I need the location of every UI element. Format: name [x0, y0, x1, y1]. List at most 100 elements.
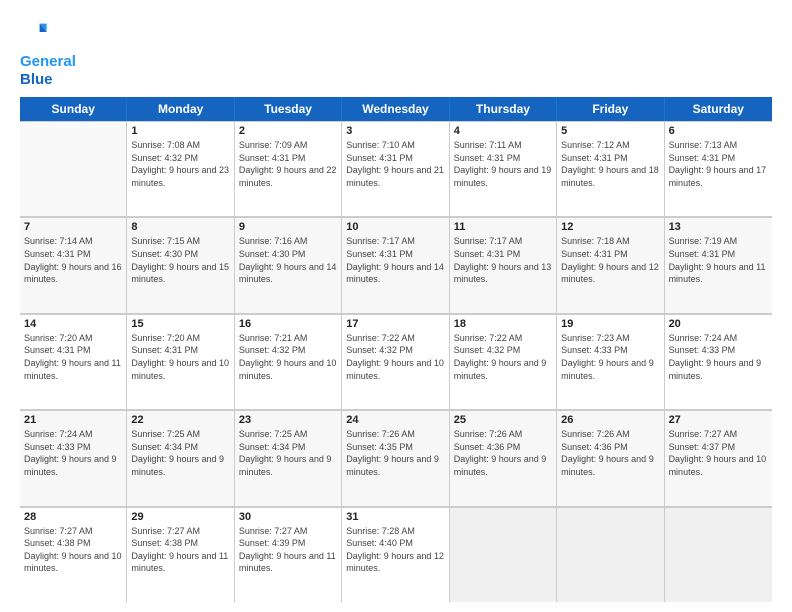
- calendar-cell: 6 Sunrise: 7:13 AMSunset: 4:31 PMDaylight…: [665, 121, 772, 216]
- calendar-cell: 5 Sunrise: 7:12 AMSunset: 4:31 PMDaylight…: [557, 121, 664, 216]
- day-info: Sunrise: 7:18 AMSunset: 4:31 PMDaylight:…: [561, 235, 659, 285]
- day-info: Sunrise: 7:12 AMSunset: 4:31 PMDaylight:…: [561, 139, 659, 189]
- calendar-cell: 27Sunrise: 7:27 AMSunset: 4:37 PMDayligh…: [665, 410, 772, 505]
- calendar: SundayMondayTuesdayWednesdayThursdayFrid…: [20, 97, 772, 602]
- calendar-cell: 17 Sunrise: 7:22 AMSunset: 4:32 PMDayligh…: [342, 314, 449, 409]
- header-day-wednesday: Wednesday: [342, 97, 449, 121]
- day-info: Sunrise: 7:24 AMSunset: 4:33 PMDaylight:…: [24, 428, 122, 478]
- calendar-week-1: 7 Sunrise: 7:14 AMSunset: 4:31 PMDaylight…: [20, 217, 772, 313]
- calendar-header: SundayMondayTuesdayWednesdayThursdayFrid…: [20, 97, 772, 121]
- day-number: 30: [239, 511, 337, 523]
- day-number: 10: [346, 221, 444, 233]
- calendar-cell: 28 Sunrise: 7:27 AMSunset: 4:38 PMDayligh…: [20, 507, 127, 602]
- day-number: 9: [239, 221, 337, 233]
- day-number: 17: [346, 318, 444, 330]
- day-number: 1: [131, 125, 229, 137]
- day-number: 22: [131, 414, 229, 426]
- day-info: Sunrise: 7:28 AMSunset: 4:40 PMDaylight:…: [346, 525, 444, 575]
- day-info: Sunrise: 7:22 AMSunset: 4:32 PMDaylight:…: [346, 332, 444, 382]
- day-number: 18: [454, 318, 552, 330]
- day-info: Sunrise: 7:21 AMSunset: 4:32 PMDaylight:…: [239, 332, 337, 382]
- header-day-thursday: Thursday: [450, 97, 557, 121]
- day-info: Sunrise: 7:16 AMSunset: 4:30 PMDaylight:…: [239, 235, 337, 285]
- page: GeneralBlue SundayMondayTuesdayWednesday…: [0, 0, 792, 612]
- day-number: 4: [454, 125, 552, 137]
- calendar-cell: 9 Sunrise: 7:16 AMSunset: 4:30 PMDaylight…: [235, 217, 342, 312]
- day-info: Sunrise: 7:25 AMSunset: 4:34 PMDaylight:…: [131, 428, 229, 478]
- calendar-week-0: 1Sunrise: 7:08 AMSunset: 4:32 PMDaylight…: [20, 121, 772, 217]
- calendar-cell: 2 Sunrise: 7:09 AMSunset: 4:31 PMDaylight…: [235, 121, 342, 216]
- day-info: Sunrise: 7:15 AMSunset: 4:30 PMDaylight:…: [131, 235, 229, 285]
- header-day-tuesday: Tuesday: [235, 97, 342, 121]
- day-number: 5: [561, 125, 659, 137]
- day-number: 20: [669, 318, 768, 330]
- day-number: 12: [561, 221, 659, 233]
- day-info: Sunrise: 7:17 AMSunset: 4:31 PMDaylight:…: [346, 235, 444, 285]
- day-info: Sunrise: 7:25 AMSunset: 4:34 PMDaylight:…: [239, 428, 337, 478]
- day-number: 3: [346, 125, 444, 137]
- calendar-cell: 10 Sunrise: 7:17 AMSunset: 4:31 PMDayligh…: [342, 217, 449, 312]
- day-info: Sunrise: 7:17 AMSunset: 4:31 PMDaylight:…: [454, 235, 552, 285]
- calendar-body: 1Sunrise: 7:08 AMSunset: 4:32 PMDaylight…: [20, 121, 772, 602]
- day-number: 11: [454, 221, 552, 233]
- day-number: 19: [561, 318, 659, 330]
- calendar-cell: 1Sunrise: 7:08 AMSunset: 4:32 PMDaylight…: [127, 121, 234, 216]
- day-info: Sunrise: 7:26 AMSunset: 4:35 PMDaylight:…: [346, 428, 444, 478]
- day-number: 28: [24, 511, 122, 523]
- calendar-cell: 14 Sunrise: 7:20 AMSunset: 4:31 PMDayligh…: [20, 314, 127, 409]
- day-info: Sunrise: 7:27 AMSunset: 4:39 PMDaylight:…: [239, 525, 337, 575]
- calendar-cell: 11 Sunrise: 7:17 AMSunset: 4:31 PMDayligh…: [450, 217, 557, 312]
- header-day-friday: Friday: [557, 97, 664, 121]
- calendar-cell: 26Sunrise: 7:26 AMSunset: 4:36 PMDayligh…: [557, 410, 664, 505]
- day-number: 15: [131, 318, 229, 330]
- calendar-week-3: 21 Sunrise: 7:24 AMSunset: 4:33 PMDayligh…: [20, 410, 772, 506]
- day-number: 14: [24, 318, 122, 330]
- logo: GeneralBlue: [20, 18, 76, 89]
- calendar-cell: 18 Sunrise: 7:22 AMSunset: 4:32 PMDayligh…: [450, 314, 557, 409]
- calendar-cell: 23Sunrise: 7:25 AMSunset: 4:34 PMDayligh…: [235, 410, 342, 505]
- calendar-cell: 13Sunrise: 7:19 AMSunset: 4:31 PMDayligh…: [665, 217, 772, 312]
- day-info: Sunrise: 7:14 AMSunset: 4:31 PMDaylight:…: [24, 235, 122, 285]
- day-number: 25: [454, 414, 552, 426]
- day-info: Sunrise: 7:27 AMSunset: 4:37 PMDaylight:…: [669, 428, 768, 478]
- calendar-cell: 16Sunrise: 7:21 AMSunset: 4:32 PMDayligh…: [235, 314, 342, 409]
- day-number: 8: [131, 221, 229, 233]
- header-day-saturday: Saturday: [665, 97, 772, 121]
- calendar-cell: 29Sunrise: 7:27 AMSunset: 4:38 PMDayligh…: [127, 507, 234, 602]
- day-number: 21: [24, 414, 122, 426]
- day-number: 7: [24, 221, 122, 233]
- day-info: Sunrise: 7:24 AMSunset: 4:33 PMDaylight:…: [669, 332, 768, 382]
- day-info: Sunrise: 7:20 AMSunset: 4:31 PMDaylight:…: [24, 332, 122, 382]
- day-info: Sunrise: 7:13 AMSunset: 4:31 PMDaylight:…: [669, 139, 768, 189]
- calendar-cell: 3Sunrise: 7:10 AMSunset: 4:31 PMDaylight…: [342, 121, 449, 216]
- day-info: Sunrise: 7:23 AMSunset: 4:33 PMDaylight:…: [561, 332, 659, 382]
- day-number: 31: [346, 511, 444, 523]
- day-info: Sunrise: 7:27 AMSunset: 4:38 PMDaylight:…: [131, 525, 229, 575]
- logo-icon: [20, 18, 48, 46]
- day-info: Sunrise: 7:22 AMSunset: 4:32 PMDaylight:…: [454, 332, 552, 382]
- calendar-cell: [665, 507, 772, 602]
- day-number: 26: [561, 414, 659, 426]
- day-number: 6: [669, 125, 768, 137]
- day-info: Sunrise: 7:09 AMSunset: 4:31 PMDaylight:…: [239, 139, 337, 189]
- calendar-week-4: 28 Sunrise: 7:27 AMSunset: 4:38 PMDayligh…: [20, 507, 772, 602]
- calendar-cell: 7 Sunrise: 7:14 AMSunset: 4:31 PMDaylight…: [20, 217, 127, 312]
- day-info: Sunrise: 7:11 AMSunset: 4:31 PMDaylight:…: [454, 139, 552, 189]
- calendar-cell: 31 Sunrise: 7:28 AMSunset: 4:40 PMDayligh…: [342, 507, 449, 602]
- day-info: Sunrise: 7:19 AMSunset: 4:31 PMDaylight:…: [669, 235, 768, 285]
- header-day-monday: Monday: [127, 97, 234, 121]
- calendar-cell: 19 Sunrise: 7:23 AMSunset: 4:33 PMDayligh…: [557, 314, 664, 409]
- day-number: 2: [239, 125, 337, 137]
- day-info: Sunrise: 7:27 AMSunset: 4:38 PMDaylight:…: [24, 525, 122, 575]
- calendar-cell: 24Sunrise: 7:26 AMSunset: 4:35 PMDayligh…: [342, 410, 449, 505]
- calendar-cell: 30 Sunrise: 7:27 AMSunset: 4:39 PMDayligh…: [235, 507, 342, 602]
- calendar-cell: 15Sunrise: 7:20 AMSunset: 4:31 PMDayligh…: [127, 314, 234, 409]
- calendar-cell: [557, 507, 664, 602]
- calendar-cell: 22 Sunrise: 7:25 AMSunset: 4:34 PMDayligh…: [127, 410, 234, 505]
- logo-text: GeneralBlue: [20, 53, 76, 89]
- calendar-cell: 8 Sunrise: 7:15 AMSunset: 4:30 PMDaylight…: [127, 217, 234, 312]
- calendar-cell: 25Sunrise: 7:26 AMSunset: 4:36 PMDayligh…: [450, 410, 557, 505]
- header: GeneralBlue: [20, 18, 772, 89]
- calendar-cell: [450, 507, 557, 602]
- header-day-sunday: Sunday: [20, 97, 127, 121]
